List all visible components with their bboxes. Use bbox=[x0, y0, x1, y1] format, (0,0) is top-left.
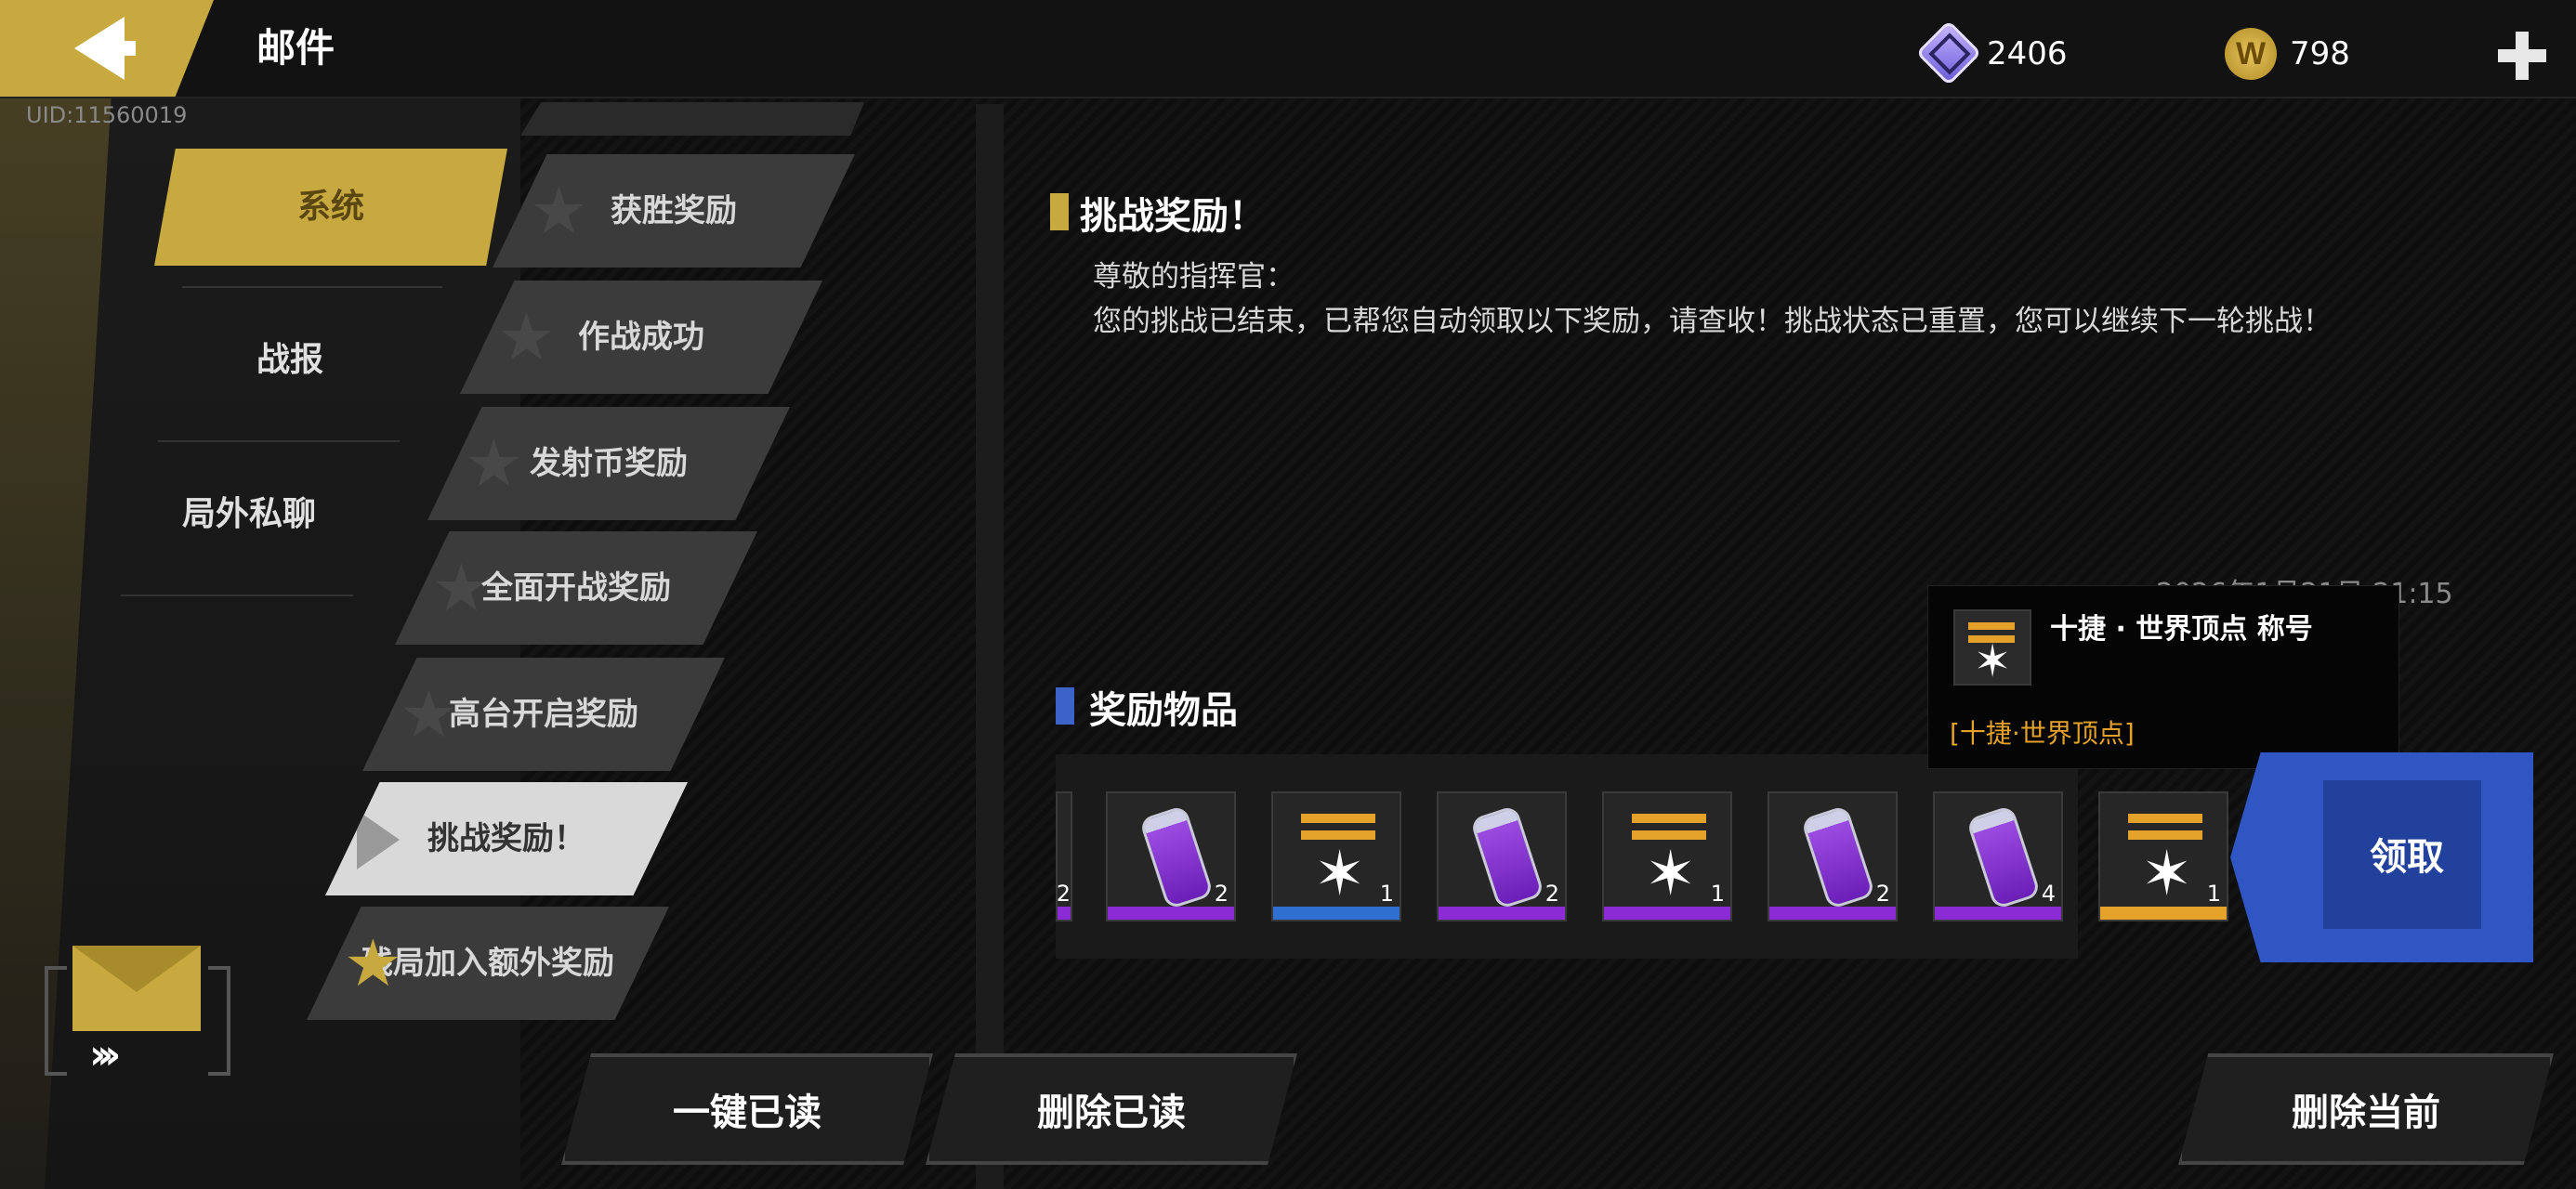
reward-count: 4 bbox=[2041, 881, 2056, 907]
potion-vial-icon bbox=[1469, 804, 1545, 910]
medal-ribbon-icon bbox=[1301, 814, 1375, 823]
reward-item[interactable]: 4 bbox=[1933, 791, 2063, 921]
star-icon: ★ bbox=[497, 299, 556, 375]
reward-item-partial[interactable]: 2 bbox=[1056, 791, 1072, 921]
category-divider bbox=[121, 594, 353, 596]
chevrons-icon: ››› bbox=[89, 1031, 122, 1078]
mail-item-label: 发射币奖励 bbox=[530, 445, 688, 482]
title-marker bbox=[1050, 193, 1069, 230]
mail-item[interactable]: ★ 发射币奖励 bbox=[427, 407, 790, 520]
star-badge-icon: ✶ bbox=[1974, 635, 2012, 687]
mail-item[interactable]: ★ 获胜奖励 bbox=[493, 154, 855, 268]
rarity-bar bbox=[1108, 907, 1234, 920]
tooltip-medal-icon: ✶ bbox=[1953, 609, 2031, 686]
category-tab-battle-report[interactable]: 战报 bbox=[151, 305, 429, 416]
rarity-bar bbox=[1058, 907, 1071, 920]
selected-indicator-icon bbox=[357, 810, 400, 869]
category-tab-label: 战报 bbox=[256, 341, 323, 379]
reward-item[interactable]: 2 bbox=[1437, 791, 1567, 921]
category-divider bbox=[182, 286, 442, 288]
star-icon: ★ bbox=[465, 425, 523, 502]
mail-list-top-cap bbox=[520, 102, 864, 136]
mail-frame-left bbox=[45, 966, 67, 1076]
reward-count: 1 bbox=[1379, 881, 1394, 907]
mail-item-label: 作战成功 bbox=[578, 319, 704, 356]
mail-item[interactable]: ★ 残局加入额外奖励 bbox=[307, 907, 669, 1020]
add-currency-icon[interactable] bbox=[2498, 32, 2546, 80]
mail-item-label: 全面开战奖励 bbox=[481, 569, 671, 607]
medal-ribbon-icon bbox=[2128, 814, 2202, 823]
star-icon: ★ bbox=[400, 676, 458, 752]
potion-vial-icon bbox=[1138, 804, 1215, 910]
button-label: 删除当前 bbox=[2292, 1091, 2440, 1134]
category-tab-private-chat[interactable]: 局外私聊 bbox=[110, 459, 388, 570]
gem-count: 2406 bbox=[1987, 35, 2068, 72]
mail-item-selected[interactable]: 挑战奖励！ bbox=[325, 782, 688, 895]
page-title: 邮件 bbox=[256, 25, 335, 71]
button-label: 删除已读 bbox=[1037, 1091, 1186, 1134]
star-badge-icon: ✶ bbox=[1645, 838, 1697, 909]
reward-item[interactable]: 2 bbox=[1106, 791, 1236, 921]
medal-ribbon-icon bbox=[1632, 814, 1706, 823]
mail-frame-right bbox=[208, 966, 230, 1076]
message-greeting: 尊敬的指挥官： bbox=[1093, 260, 1295, 294]
star-badge-icon: ✶ bbox=[1314, 838, 1366, 909]
panel-divider bbox=[976, 104, 1004, 1189]
star-icon: ★ bbox=[432, 550, 491, 626]
coin-icon: W bbox=[2225, 28, 2277, 80]
reward-item[interactable]: ✶ 1 bbox=[2098, 791, 2228, 921]
uid-label: UID:11560019 bbox=[26, 102, 188, 128]
star-icon: ★ bbox=[530, 173, 588, 249]
reward-count: 2 bbox=[1875, 881, 1890, 907]
delete-current-button[interactable]: 删除当前 bbox=[2178, 1053, 2554, 1165]
reward-title-marker bbox=[1056, 687, 1074, 725]
star-icon: ★ bbox=[344, 925, 402, 1001]
reward-count: 2 bbox=[1544, 881, 1559, 907]
delete-read-button[interactable]: 删除已读 bbox=[926, 1053, 1297, 1165]
tooltip-name: 十捷 · 世界顶点 称号 bbox=[2050, 613, 2313, 646]
reward-item[interactable]: 2 bbox=[1768, 791, 1898, 921]
reward-count: 1 bbox=[2206, 881, 2221, 907]
category-tab-label: 系统 bbox=[296, 188, 364, 226]
reward-count: 2 bbox=[1214, 881, 1229, 907]
mail-item-label: 获胜奖励 bbox=[611, 192, 737, 229]
mail-item-label: 挑战奖励！ bbox=[427, 820, 585, 857]
back-arrow-tail bbox=[112, 41, 136, 56]
coin-count: 798 bbox=[2290, 35, 2350, 72]
mail-item[interactable]: ★ 高台开启奖励 bbox=[362, 658, 725, 771]
reward-item[interactable]: ✶ 1 bbox=[1602, 791, 1732, 921]
potion-vial-icon bbox=[1800, 804, 1876, 910]
rarity-bar bbox=[1273, 907, 1400, 920]
mail-item[interactable]: ★ 作战成功 bbox=[460, 281, 822, 394]
mark-all-read-button[interactable]: 一键已读 bbox=[561, 1053, 933, 1165]
rarity-bar bbox=[1935, 907, 2061, 920]
category-tab-label: 局外私聊 bbox=[181, 495, 316, 533]
reward-count: 2 bbox=[1056, 881, 1071, 907]
message-title: 挑战奖励！ bbox=[1080, 195, 1266, 238]
mail-item-label: 高台开启奖励 bbox=[449, 696, 638, 733]
category-tab-system[interactable]: 系统 bbox=[154, 149, 507, 266]
rarity-bar bbox=[1604, 907, 1730, 920]
top-bar bbox=[0, 0, 2576, 98]
claim-label: 领取 bbox=[2370, 836, 2444, 879]
message-body: 您的挑战已结束，已帮您自动领取以下奖励，请查收！挑战状态已重置，您可以继续下一轮… bbox=[1093, 305, 2332, 338]
button-label: 一键已读 bbox=[673, 1091, 821, 1134]
reward-title: 奖励物品 bbox=[1089, 689, 1238, 732]
medal-ribbon-icon bbox=[1968, 622, 2015, 630]
mail-envelope-icon bbox=[72, 946, 201, 1031]
potion-vial-icon bbox=[1965, 804, 2042, 910]
tooltip-subtitle: [十捷·世界顶点] bbox=[1950, 718, 2135, 749]
rarity-bar bbox=[1769, 907, 1896, 920]
mail-item[interactable]: ★ 全面开战奖励 bbox=[395, 531, 757, 645]
reward-item[interactable]: ✶ 1 bbox=[1271, 791, 1401, 921]
reward-count: 1 bbox=[1710, 881, 1725, 907]
star-badge-icon: ✶ bbox=[2141, 838, 2193, 909]
category-divider bbox=[158, 440, 400, 442]
rarity-bar bbox=[1439, 907, 1565, 920]
rarity-bar bbox=[2100, 907, 2227, 920]
